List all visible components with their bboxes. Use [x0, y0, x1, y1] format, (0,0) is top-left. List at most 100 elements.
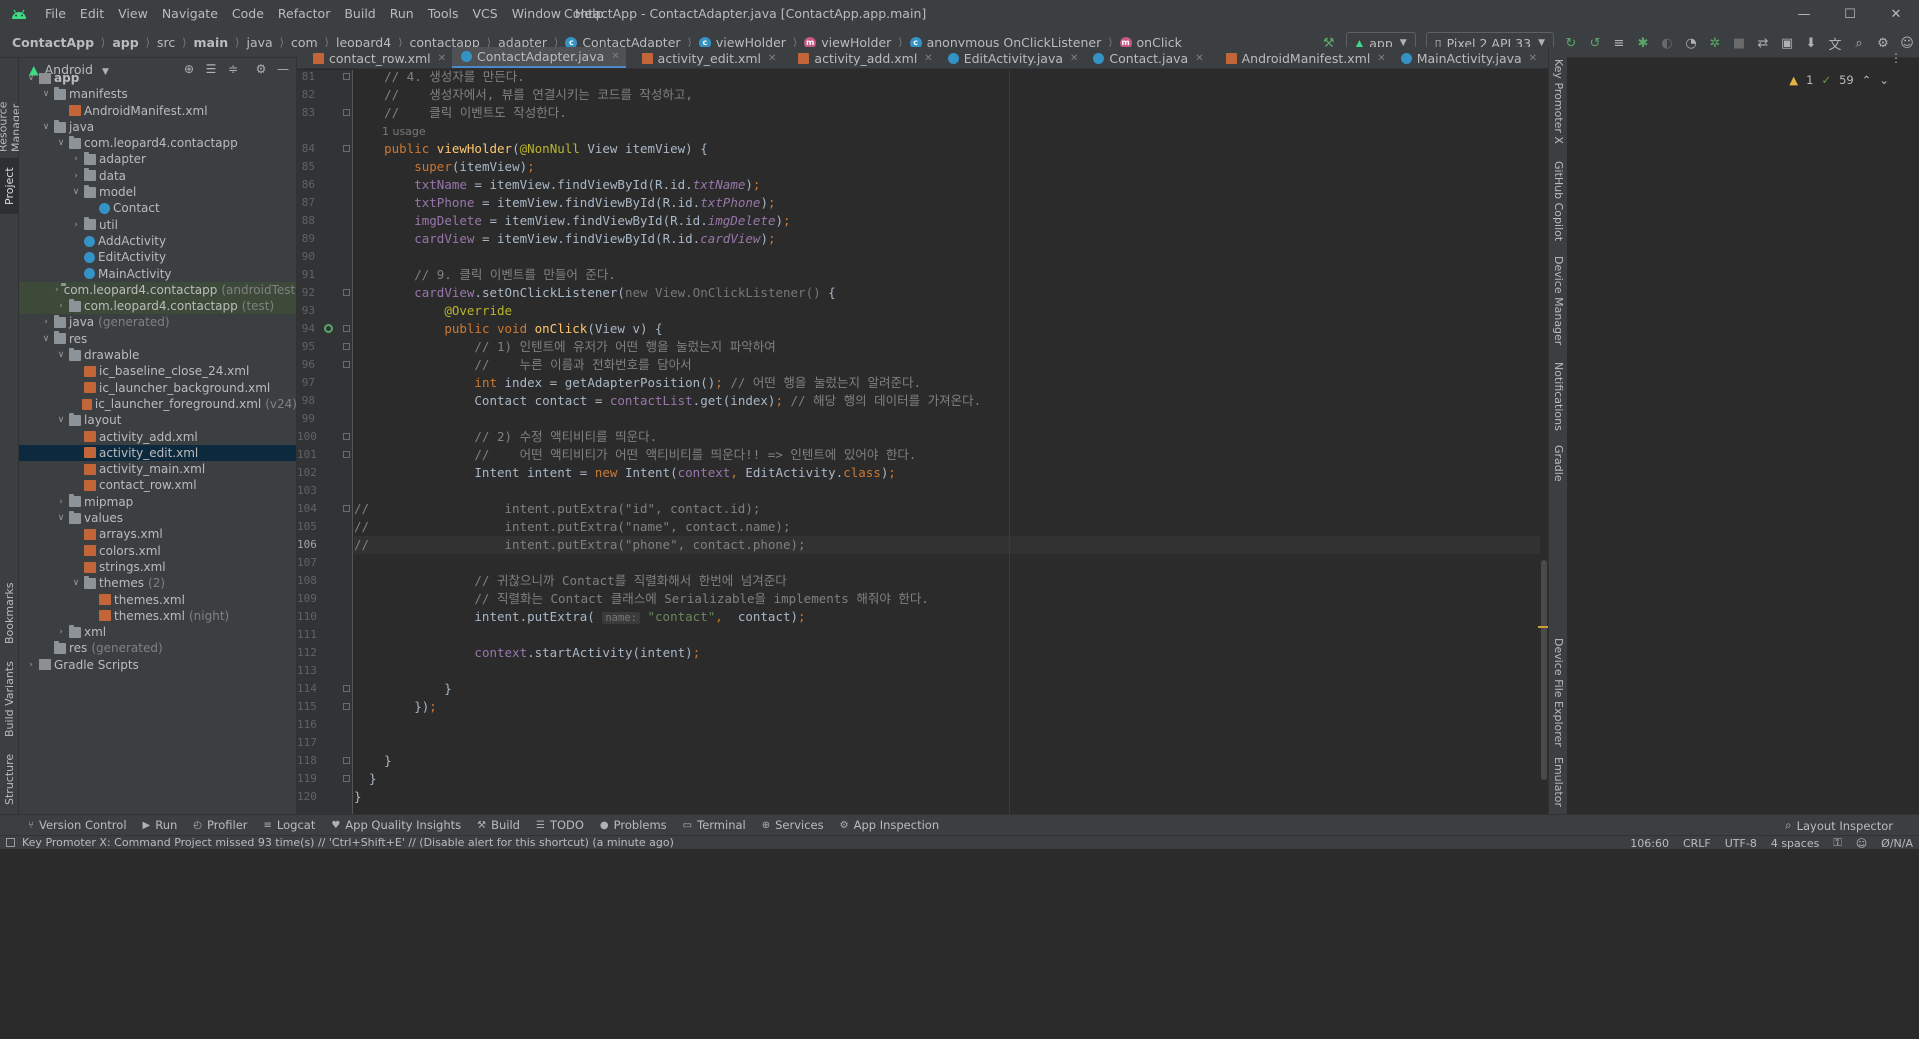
menu-item-navigate[interactable]: Navigate	[155, 0, 225, 28]
chevron-down-icon[interactable]: ∨	[70, 184, 82, 200]
fold-marker-icon[interactable]	[343, 109, 350, 116]
project-tree-item[interactable]: AddActivity	[19, 233, 296, 249]
menu-item-vcs[interactable]: VCS	[466, 0, 505, 28]
fold-marker-icon[interactable]	[343, 685, 350, 692]
lock-icon[interactable]: ⚿	[1833, 836, 1841, 850]
close-button[interactable]: ✕	[1873, 0, 1919, 28]
chevron-down-icon[interactable]: ∨	[55, 347, 67, 363]
project-tree-item[interactable]: ∨ layout	[19, 412, 296, 428]
code-line[interactable]: // intent.putExtra("name", contact.name)…	[354, 518, 1540, 536]
close-icon[interactable]: ✕	[1529, 53, 1537, 64]
menu-item-window[interactable]: Window	[505, 0, 568, 28]
code-line[interactable]: });	[354, 698, 1540, 716]
copilot-status-icon[interactable]: ☺	[1856, 837, 1867, 850]
code-line[interactable]: }	[354, 752, 1540, 770]
editor-tab[interactable]: ContactAdapter.java ✕	[452, 47, 626, 68]
project-tree-item[interactable]: › Gradle Scripts	[19, 657, 296, 673]
tool-window-app-quality-insights[interactable]: ♥ App Quality Insights	[323, 818, 469, 832]
code-line[interactable]: // 생성자에서, 뷰를 연결시키는 코드를 작성하고,	[354, 86, 1540, 104]
code-line[interactable]: }	[354, 770, 1540, 788]
menu-item-edit[interactable]: Edit	[73, 0, 111, 28]
inspection-widget[interactable]: ▲ 1 ✓ 59 ⌃ ⌄	[1789, 71, 1889, 89]
code-line[interactable]: // 클릭 이벤트도 작성한다.	[354, 104, 1540, 122]
code-line[interactable]: // 1) 인텐트에 유저가 어떤 행을 눌렀는지 파악하여	[354, 338, 1540, 356]
warning-marker[interactable]	[1538, 626, 1548, 628]
chevron-down-icon[interactable]: ∨	[25, 70, 37, 86]
code-line[interactable]: }	[354, 680, 1540, 698]
project-tree-item[interactable]: ∨ res	[19, 331, 296, 347]
project-tree-item[interactable]: ic_baseline_close_24.xml	[19, 363, 296, 379]
code-line[interactable]: public viewHolder(@NonNull View itemView…	[354, 140, 1540, 158]
fold-marker-icon[interactable]	[343, 325, 350, 332]
editor-scrollbar[interactable]	[1538, 70, 1548, 814]
chevron-down-icon[interactable]: ∨	[40, 86, 52, 102]
project-tree-item[interactable]: ic_launcher_foreground.xml (v24)	[19, 396, 296, 412]
menu-item-tools[interactable]: Tools	[421, 0, 466, 28]
chevron-down-icon[interactable]: ∨	[70, 575, 82, 591]
project-tree-item[interactable]: colors.xml	[19, 543, 296, 559]
project-tree-item[interactable]: › mipmap	[19, 494, 296, 510]
code-line[interactable]: // 누른 이름과 전화번호를 담아서	[354, 356, 1540, 374]
more-tabs-icon[interactable]: ⋮	[1885, 47, 1907, 69]
device-file-explorer-tab[interactable]: Device File Explorer	[1549, 637, 1568, 747]
menu-item-view[interactable]: View	[111, 0, 155, 28]
coverage-icon[interactable]: ◐	[1655, 31, 1679, 55]
project-tree-item[interactable]: activity_main.xml	[19, 461, 296, 477]
layout-inspector-button[interactable]: ⌕ Layout Inspector	[1785, 815, 1893, 836]
code-line[interactable]: cardView.setOnClickListener(new View.OnC…	[354, 284, 1540, 302]
chevron-down-icon[interactable]: ∨	[40, 119, 52, 135]
chevron-down-icon[interactable]: ∨	[55, 510, 67, 526]
editor-tab[interactable]: AndroidManifest.xml ✕	[1210, 47, 1392, 68]
editor-tab[interactable]: Contact.java ✕	[1084, 47, 1209, 68]
override-marker-icon[interactable]	[324, 324, 333, 333]
chevron-right-icon[interactable]: ›	[40, 314, 52, 330]
close-icon[interactable]: ✕	[611, 51, 619, 62]
code-line[interactable]: super(itemView);	[354, 158, 1540, 176]
breadcrumb-item[interactable]: main	[194, 35, 229, 50]
code-line[interactable]	[354, 554, 1540, 572]
fold-marker-icon[interactable]	[343, 145, 350, 152]
resource-manager-tab[interactable]: Resource Manager	[0, 60, 23, 152]
editor-tab[interactable]: EditActivity.java ✕	[939, 47, 1085, 68]
emulator-tab[interactable]: Emulator	[1549, 753, 1568, 811]
code-line[interactable]: // 4. 생성자를 만든다.	[354, 70, 1540, 86]
project-tree-item[interactable]: ∨ values	[19, 510, 296, 526]
code-line[interactable]: // intent.putExtra("id", contact.id);	[354, 500, 1540, 518]
build-variants-tab[interactable]: Build Variants	[0, 658, 19, 740]
close-icon[interactable]: ✕	[924, 53, 932, 64]
project-tree-item[interactable]: ic_launcher_background.xml	[19, 380, 296, 396]
editor-tab[interactable]: activity_edit.xml ✕	[626, 47, 783, 68]
tool-window-logcat[interactable]: ≡ Logcat	[256, 818, 324, 832]
tool-window-terminal[interactable]: ▭ Terminal	[675, 818, 754, 832]
close-icon[interactable]: ✕	[1377, 53, 1385, 64]
fold-marker-icon[interactable]	[343, 433, 350, 440]
menu-item-build[interactable]: Build	[337, 0, 382, 28]
chevron-right-icon[interactable]: ›	[70, 217, 82, 233]
device-manager-icon[interactable]: ▣	[1775, 31, 1799, 55]
code-line[interactable]: @Override	[354, 302, 1540, 320]
debug-icon[interactable]: ✱	[1631, 31, 1655, 55]
menu-item-run[interactable]: Run	[383, 0, 421, 28]
menu-item-code[interactable]: Code	[225, 0, 271, 28]
breadcrumb-item[interactable]: app	[112, 35, 138, 50]
project-tree-item[interactable]: EditActivity	[19, 249, 296, 265]
fold-marker-icon[interactable]	[343, 343, 350, 350]
project-tree-item[interactable]: › xml	[19, 624, 296, 640]
sdk-manager-icon[interactable]: ⬇	[1799, 31, 1823, 55]
tool-window-profiler[interactable]: ◴ Profiler	[185, 818, 255, 832]
code-line[interactable]	[354, 410, 1540, 428]
project-tree-item[interactable]: AndroidManifest.xml	[19, 103, 296, 119]
project-tree-item[interactable]: activity_add.xml	[19, 429, 296, 445]
tool-window-app-inspection[interactable]: ⚙ App Inspection	[832, 818, 948, 832]
project-tree-item[interactable]: ∨ themes (2)	[19, 575, 296, 591]
editor-tab[interactable]: MainActivity.java ✕	[1392, 47, 1543, 68]
panel-toggle-icon[interactable]	[6, 838, 15, 847]
project-tree-item[interactable]: › data	[19, 168, 296, 184]
code-line[interactable]: public void onClick(View v) {	[354, 320, 1540, 338]
menu-item-file[interactable]: File	[38, 0, 73, 28]
code-editor[interactable]: // 4. 생성자를 만든다. // 생성자에서, 뷰를 연결시키는 코드를 작…	[354, 70, 1540, 814]
apply-changes-icon[interactable]: ↺	[1583, 31, 1607, 55]
code-line[interactable]: // intent.putExtra("phone", contact.phon…	[354, 536, 1540, 554]
stop-icon[interactable]: ■	[1727, 31, 1751, 55]
device-manager-tab[interactable]: Device Manager	[1549, 253, 1568, 349]
